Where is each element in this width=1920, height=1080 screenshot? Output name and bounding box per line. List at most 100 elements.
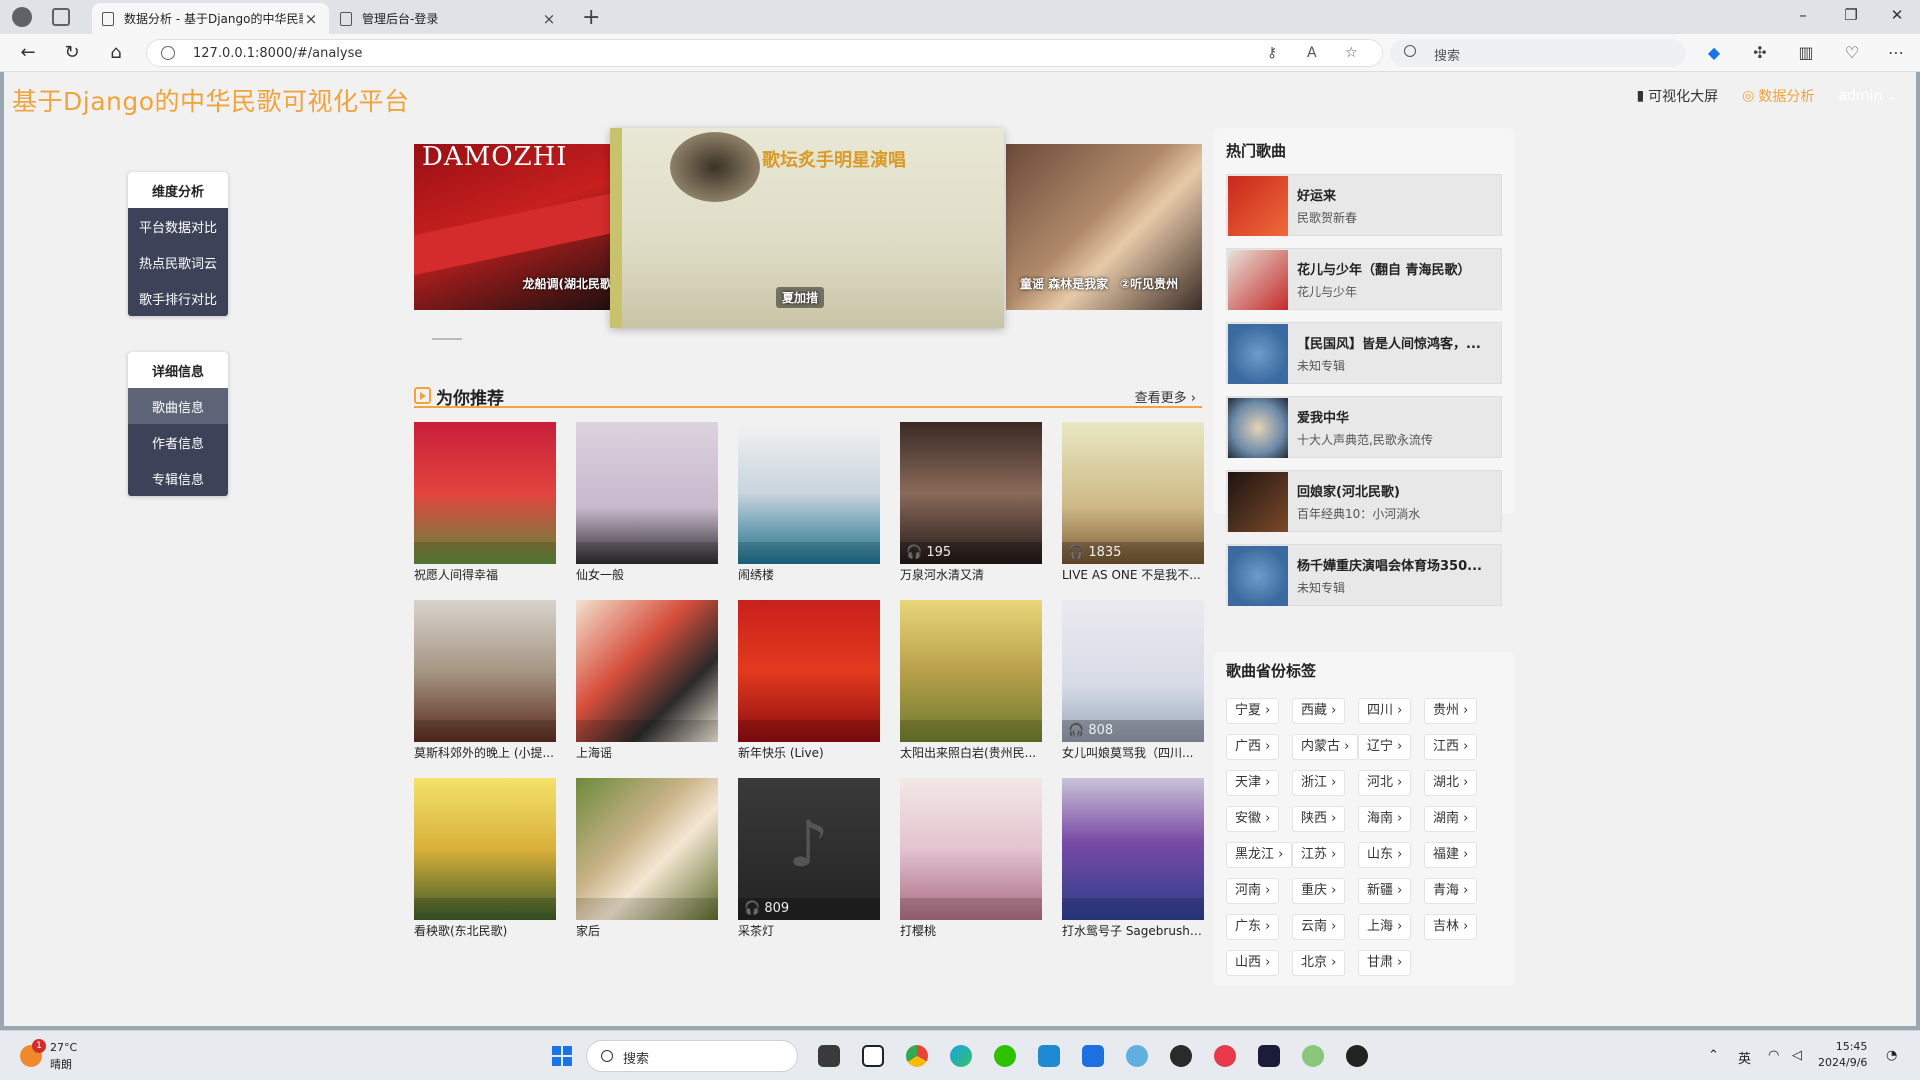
vscode-icon[interactable] <box>1038 1045 1060 1067</box>
province-tag[interactable]: 浙江 › <box>1292 770 1346 796</box>
more-menu-icon[interactable]: ⋯ <box>1884 43 1908 62</box>
province-tag[interactable]: 河北 › <box>1358 770 1412 796</box>
menu-item-author-info[interactable]: 作者信息 <box>128 424 228 460</box>
user-menu[interactable]: admin ⌄ <box>1838 86 1898 106</box>
province-tag[interactable]: 海南 › <box>1358 806 1412 832</box>
workspaces-icon[interactable] <box>52 8 70 26</box>
menu-item-platform-compare[interactable]: 平台数据对比 <box>128 208 228 244</box>
song-card[interactable]: 祝愿人间得幸福 <box>414 422 556 583</box>
song-card[interactable]: ♪ 🎧 809 采茶灯 <box>738 778 880 939</box>
jetbrains-icon[interactable] <box>1258 1045 1280 1067</box>
profile-icon[interactable] <box>12 7 32 27</box>
taskbar-search[interactable]: 搜索 <box>586 1040 798 1072</box>
hot-song-item[interactable]: 花儿与少年（翻自 青海民歌） 花儿与少年 <box>1226 248 1502 310</box>
hot-song-item[interactable]: 爱我中华 十大人声典范,民歌永流传 <box>1226 396 1502 458</box>
carousel-indicator[interactable] <box>432 338 462 340</box>
province-tag[interactable]: 陕西 › <box>1292 806 1346 832</box>
province-tag[interactable]: 天津 › <box>1226 770 1280 796</box>
menu-item-singer-rank[interactable]: 歌手排行对比 <box>128 280 228 316</box>
province-tag[interactable]: 西藏 › <box>1292 698 1346 724</box>
home-icon[interactable]: ⌂ <box>104 42 128 63</box>
taskbar-clock[interactable]: 15:45 2024/9/6 <box>1818 1039 1867 1071</box>
province-tag[interactable]: 宁夏 › <box>1226 698 1280 724</box>
province-tag[interactable]: 新疆 › <box>1358 878 1412 904</box>
browser-search-field[interactable]: 搜索 <box>1390 39 1686 67</box>
song-card[interactable]: 看秧歌(东北民歌) <box>414 778 556 939</box>
song-card[interactable]: 莫斯科郊外的晚上 (小提... <box>414 600 556 761</box>
nav-visual-screen[interactable]: ▮ 可视化大屏 <box>1636 86 1718 106</box>
refresh-icon[interactable]: ↻ <box>60 42 84 63</box>
province-tag[interactable]: 内蒙古 › <box>1292 734 1359 760</box>
province-tag[interactable]: 湖南 › <box>1424 806 1478 832</box>
hot-song-item[interactable]: 杨千嬅重庆演唱会体育场350... 未知专辑 <box>1226 544 1502 606</box>
song-card[interactable]: 家后 <box>576 778 718 939</box>
extension-icon[interactable]: ◆ <box>1702 43 1726 62</box>
province-tag[interactable]: 吉林 › <box>1424 914 1478 940</box>
app-icon[interactable] <box>1302 1045 1324 1067</box>
menu-item-song-info[interactable]: 歌曲信息 <box>128 388 228 424</box>
song-card[interactable]: 闹绣楼 <box>738 422 880 583</box>
hot-song-item[interactable]: 【民国风】皆是人间惊鸿客，... 未知专辑 <box>1226 322 1502 384</box>
read-aloud-icon[interactable]: A <box>1307 45 1317 61</box>
wifi-icon[interactable]: ◠ <box>1768 1048 1779 1063</box>
chevron-up-icon[interactable]: ⌃ <box>1708 1048 1719 1063</box>
song-card[interactable]: 仙女一般 <box>576 422 718 583</box>
province-tag[interactable]: 湖北 › <box>1424 770 1478 796</box>
song-card[interactable]: 🎧 1835 LIVE AS ONE 不是我不... <box>1062 422 1204 583</box>
carousel-slide[interactable]: DAMOZHI 龙船调(湖北民歌 <box>414 144 614 310</box>
restore-button[interactable]: ❐ <box>1836 6 1866 24</box>
tab-analyse[interactable]: 数据分析 - 基于Django的中华民歌可视化平台 × <box>92 3 329 34</box>
site-info-icon[interactable] <box>161 46 175 60</box>
app-icon[interactable] <box>1346 1045 1368 1067</box>
wechat-icon[interactable] <box>994 1045 1016 1067</box>
notification-bell-icon[interactable]: ◔ <box>1886 1048 1897 1063</box>
province-tag[interactable]: 重庆 › <box>1292 878 1346 904</box>
province-tag[interactable]: 河南 › <box>1226 878 1280 904</box>
province-tag[interactable]: 贵州 › <box>1424 698 1478 724</box>
new-tab-button[interactable]: + <box>582 5 600 30</box>
app-icon[interactable] <box>1126 1045 1148 1067</box>
minimize-button[interactable]: – <box>1788 6 1818 24</box>
province-tag[interactable]: 江西 › <box>1424 734 1478 760</box>
netease-music-icon[interactable] <box>1214 1045 1236 1067</box>
tab-close-button[interactable]: × <box>303 10 319 28</box>
province-tag[interactable]: 云南 › <box>1292 914 1346 940</box>
nav-data-analysis[interactable]: ◎ 数据分析 <box>1742 86 1814 106</box>
menu-item-album-info[interactable]: 专辑信息 <box>128 460 228 496</box>
province-tag[interactable]: 广西 › <box>1226 734 1280 760</box>
app-icon[interactable] <box>1170 1045 1192 1067</box>
song-card[interactable]: 太阳出来照白岩(贵州民... <box>900 600 1042 761</box>
split-screen-icon[interactable]: ▥ <box>1794 43 1818 62</box>
province-tag[interactable]: 甘肃 › <box>1358 950 1412 976</box>
province-tag[interactable]: 江苏 › <box>1292 842 1346 868</box>
hot-song-item[interactable]: 回娘家(河北民歌) 百年经典10：小河淌水 <box>1226 470 1502 532</box>
start-button[interactable] <box>552 1046 572 1066</box>
province-tag[interactable]: 山西 › <box>1226 950 1280 976</box>
notion-icon[interactable] <box>862 1045 884 1067</box>
carousel-slide[interactable]: 童谣 森林是我家 ②听见贵州 <box>1006 144 1202 310</box>
key-icon[interactable]: ⚷ <box>1267 45 1277 61</box>
volume-icon[interactable]: ◁ <box>1792 1048 1802 1063</box>
province-tag[interactable]: 安徽 › <box>1226 806 1280 832</box>
banner-carousel[interactable]: DAMOZHI 龙船调(湖北民歌 童谣 森林是我家 ②听见贵州 歌坛炙手明星演唱… <box>414 128 1202 328</box>
chrome-icon[interactable] <box>906 1045 928 1067</box>
close-window-button[interactable]: ✕ <box>1882 6 1912 24</box>
favorite-star-icon[interactable]: ☆ <box>1345 45 1358 61</box>
url-field[interactable]: 127.0.0.1:8000/#/analyse ⚷ A ☆ <box>146 39 1383 67</box>
province-tag[interactable]: 北京 › <box>1292 950 1346 976</box>
province-tag[interactable]: 四川 › <box>1358 698 1412 724</box>
browser-essentials-icon[interactable]: ♡ <box>1840 43 1864 62</box>
tab-admin-login[interactable]: 管理后台-登录 × <box>330 3 567 34</box>
song-card[interactable]: 🎧 195 万泉河水清又清 <box>900 422 1042 583</box>
extensions-puzzle-icon[interactable]: ✣ <box>1748 43 1772 62</box>
song-card[interactable]: 🎧 808 女儿叫娘莫骂我（四川... <box>1062 600 1204 761</box>
province-tag[interactable]: 山东 › <box>1358 842 1412 868</box>
app-icon[interactable] <box>1082 1045 1104 1067</box>
hot-song-item[interactable]: 好运来 民歌贺新春 <box>1226 174 1502 236</box>
song-card[interactable]: 打水鸳号子 Sagebrush ... <box>1062 778 1204 939</box>
edge-icon[interactable] <box>950 1045 972 1067</box>
song-card[interactable]: 新年快乐 (Live) <box>738 600 880 761</box>
tab-close-button[interactable]: × <box>541 10 557 28</box>
see-more-link[interactable]: 查看更多 › <box>1135 387 1196 406</box>
carousel-slide-active[interactable]: 歌坛炙手明星演唱 夏加措 <box>610 128 1004 328</box>
